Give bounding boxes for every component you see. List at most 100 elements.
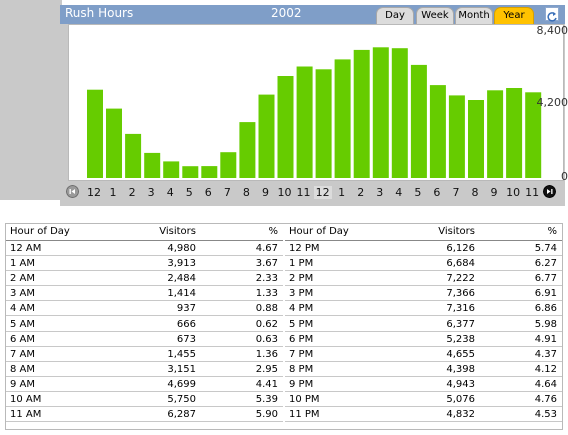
- bars-chart: [87, 47, 542, 179]
- table-cell: 4.37: [534, 348, 557, 360]
- table-row: 1 AM 3,913 3.67: [6, 256, 283, 272]
- x-tick-label: 5: [414, 186, 422, 199]
- table-cell: 6.91: [534, 288, 557, 300]
- table-row: 11 PM 4,832 4.53: [285, 407, 562, 423]
- table-cell: 4,398: [446, 363, 475, 375]
- table-cell: 4,699: [167, 378, 196, 390]
- table-row: 10 PM 5,076 4.76: [285, 392, 562, 407]
- refresh-button[interactable]: [545, 7, 559, 22]
- bar-8: [239, 122, 256, 178]
- table-row: 8 PM 4,398 4.12: [285, 362, 562, 377]
- table-row: 8 AM 3,151 2.95: [6, 362, 283, 377]
- table-cell: 673: [176, 333, 196, 345]
- table-cell: 5,750: [167, 394, 196, 405]
- bar-4: [163, 161, 180, 178]
- bar-10: [277, 76, 294, 178]
- bar-20: [468, 100, 484, 178]
- bar-16: [391, 48, 408, 179]
- table-cell: 4.53: [534, 409, 557, 421]
- bar-5: [182, 166, 199, 178]
- bar-9: [258, 94, 275, 178]
- table-cell: 4,943: [446, 378, 475, 390]
- y-tick-label: 8,400: [536, 24, 568, 37]
- table-cell: 5,076: [446, 394, 475, 405]
- table-cell: 6,684: [446, 258, 475, 270]
- table-row: 10 AM 5,750 5.39: [6, 392, 283, 407]
- x-tick-label: 5: [185, 186, 193, 199]
- table-cell: 4 PM: [289, 303, 314, 315]
- table-cell: 10 AM: [10, 394, 42, 405]
- tab-week[interactable]: Week: [416, 7, 454, 24]
- table-row: 9 PM 4,943 4.64: [285, 377, 562, 392]
- x-tick-label: 12: [313, 186, 332, 199]
- table-cell: 3,151: [167, 363, 196, 375]
- table-cell: 1 PM: [289, 258, 314, 270]
- table-cell: 7,316: [446, 303, 475, 315]
- table-row: 4 PM 7,316 6.86: [285, 301, 562, 317]
- tab-year[interactable]: Year: [494, 7, 534, 24]
- table-cell: 4,655: [446, 348, 475, 360]
- x-tick-label: 1: [109, 186, 117, 199]
- column-header: Visitors: [159, 226, 196, 237]
- x-tick-label: 8: [242, 186, 250, 199]
- table-cell: 3 AM: [10, 288, 36, 300]
- y-tick-label: 0: [561, 170, 568, 183]
- table-cell: 11 AM: [10, 409, 42, 421]
- table-cell: 1,455: [167, 348, 196, 360]
- table-cell: 5,238: [446, 333, 475, 345]
- x-tick-label: 3: [147, 186, 155, 199]
- table-cell: 3 PM: [289, 288, 314, 300]
- x-tick-label: 10: [277, 186, 292, 199]
- table-row: 5 AM 666 0.62: [6, 317, 283, 332]
- x-tick-label: 4: [395, 186, 403, 199]
- next-nav-icon[interactable]: [543, 185, 556, 198]
- year-label: 2002: [271, 6, 302, 20]
- table-cell: 6,287: [167, 409, 196, 421]
- prev-nav-icon[interactable]: [66, 185, 79, 198]
- x-tick-label: 7: [223, 186, 231, 199]
- bar-0: [87, 89, 103, 178]
- x-tick-label: 2: [357, 186, 365, 199]
- x-tick-label: 12: [87, 186, 101, 199]
- bar-1: [106, 108, 122, 178]
- table-cell: 1,414: [167, 288, 196, 300]
- bar-14: [353, 49, 370, 179]
- x-tick-label: 9: [490, 186, 498, 199]
- table-cell: 1 AM: [10, 258, 36, 270]
- x-axis-row: 12 1 2 3 4 5 6 7 8 9 10 11 12 1 2 3 4 5 6 7 8 9 10 11: [60, 183, 565, 203]
- tab-month[interactable]: Month: [455, 7, 493, 24]
- table-cell: 4.64: [534, 378, 557, 390]
- table-cell: 5 PM: [289, 318, 314, 330]
- bar-18: [429, 85, 446, 178]
- table-row: 11 AM 6,287 5.90: [6, 407, 283, 423]
- table-cell: 6.27: [534, 258, 557, 270]
- y-tick-label: 4,200: [536, 96, 568, 109]
- table-cell: 5.74: [534, 243, 557, 254]
- x-tick-label: 2: [128, 186, 136, 199]
- table-cell: 6.86: [534, 303, 557, 315]
- table-cell: 3,913: [167, 258, 196, 270]
- table-cell: 666: [176, 318, 196, 330]
- table-cell: 4.12: [534, 363, 557, 375]
- x-tick-label: 7: [452, 186, 460, 199]
- x-tick-label: 11: [296, 186, 311, 199]
- table-cell: 2.33: [255, 273, 278, 285]
- table-cell: 2.95: [255, 363, 278, 375]
- chart-title: Rush Hours: [65, 6, 134, 20]
- bar-2: [125, 133, 142, 178]
- tab-day[interactable]: Day: [376, 7, 414, 24]
- x-tick-label: 10: [506, 186, 521, 199]
- table-row: 6 PM 5,238 4.91: [285, 332, 562, 347]
- table-cell: 2 AM: [10, 273, 36, 285]
- row-divider: [6, 421, 283, 423]
- table-cell: 0.63: [255, 333, 278, 345]
- column-header: Hour of Day: [10, 226, 70, 237]
- table-cell: 6 PM: [289, 333, 314, 345]
- table-row: 1 PM 6,684 6.27: [285, 256, 562, 272]
- column-header: Visitors: [438, 226, 475, 237]
- table-row: 3 AM 1,414 1.33: [6, 286, 283, 302]
- table-cell: 4.67: [255, 243, 278, 254]
- table-cell: 937: [176, 303, 196, 315]
- x-tick-label: 6: [204, 186, 212, 199]
- table-cell: 5.39: [255, 394, 278, 405]
